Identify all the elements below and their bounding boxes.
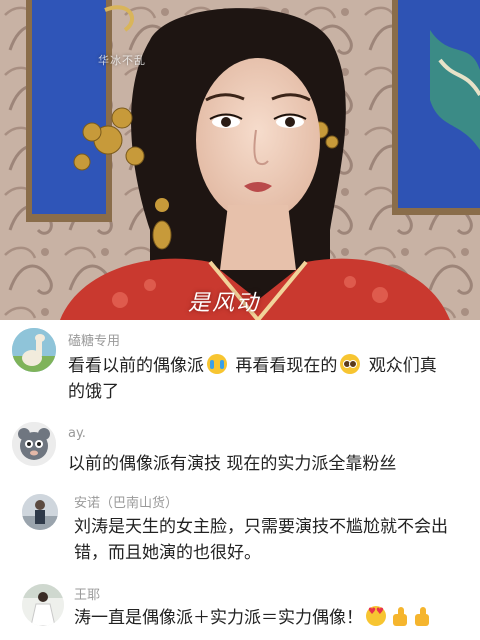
- video-watermark-top: 华冰不乱: [98, 54, 146, 67]
- comment-username[interactable]: 安诺（巴南山货）: [74, 492, 178, 511]
- person-white-dress-avatar-icon: [22, 584, 64, 626]
- person-photo-avatar[interactable]: [22, 494, 58, 530]
- comment-text: 看看以前的偶像派 再看看现在的 观众们真 的饿了: [68, 353, 468, 405]
- pleading-face-icon: [340, 354, 361, 374]
- comment-text-part: 看看以前的偶像派: [68, 356, 204, 376]
- video-frame[interactable]: 华冰不乱 是风动: [0, 0, 480, 320]
- comment-text: 涛一直是偶像派＋实力派＝实力偶像！: [74, 605, 474, 631]
- heart-eyes-icon: [366, 606, 386, 626]
- video-watermark-bottom: 是风动: [188, 291, 261, 316]
- comment-username[interactable]: 磕糖专用: [68, 330, 120, 349]
- comment-text-part: 错，而且她演的也很好。: [74, 543, 261, 563]
- comment-username[interactable]: ay.: [68, 426, 86, 441]
- comment-text-part: 刘涛是天生的女主脸，只需要演技不尴尬就不会出: [74, 517, 448, 537]
- comment-list: 磕糖专用 看看以前的偶像派 再看看现在的 观众们真 的饿了 ay. 以前的偶像派…: [0, 320, 480, 640]
- thumbs-up-icon: [413, 606, 431, 626]
- person-white-dress-avatar[interactable]: [22, 584, 64, 626]
- video-still-image: [0, 0, 480, 320]
- llama-avatar-icon: [12, 328, 56, 372]
- comment-username[interactable]: 王耶: [74, 584, 100, 603]
- crying-face-icon: [207, 354, 227, 374]
- comment-text-part: 再看看现在的: [230, 356, 338, 376]
- comment-text-part: 涛一直是偶像派＋实力派＝实力偶像！: [74, 608, 363, 628]
- thumbs-up-icon: [391, 606, 409, 626]
- comment-text: 刘涛是天生的女主脸，只需要演技不尴尬就不会出 错，而且她演的也很好。: [74, 514, 474, 566]
- person-photo-avatar-icon: [22, 494, 58, 530]
- comment-text: 以前的偶像派有演技 现在的实力派全靠粉丝: [68, 454, 397, 474]
- comment-text-part: 的饿了: [68, 382, 119, 402]
- comment-text-part: 观众们真: [363, 356, 437, 376]
- cartoon-animal-avatar[interactable]: [12, 422, 56, 466]
- llama-avatar[interactable]: [12, 328, 56, 372]
- cartoon-animal-avatar-icon: [12, 422, 56, 466]
